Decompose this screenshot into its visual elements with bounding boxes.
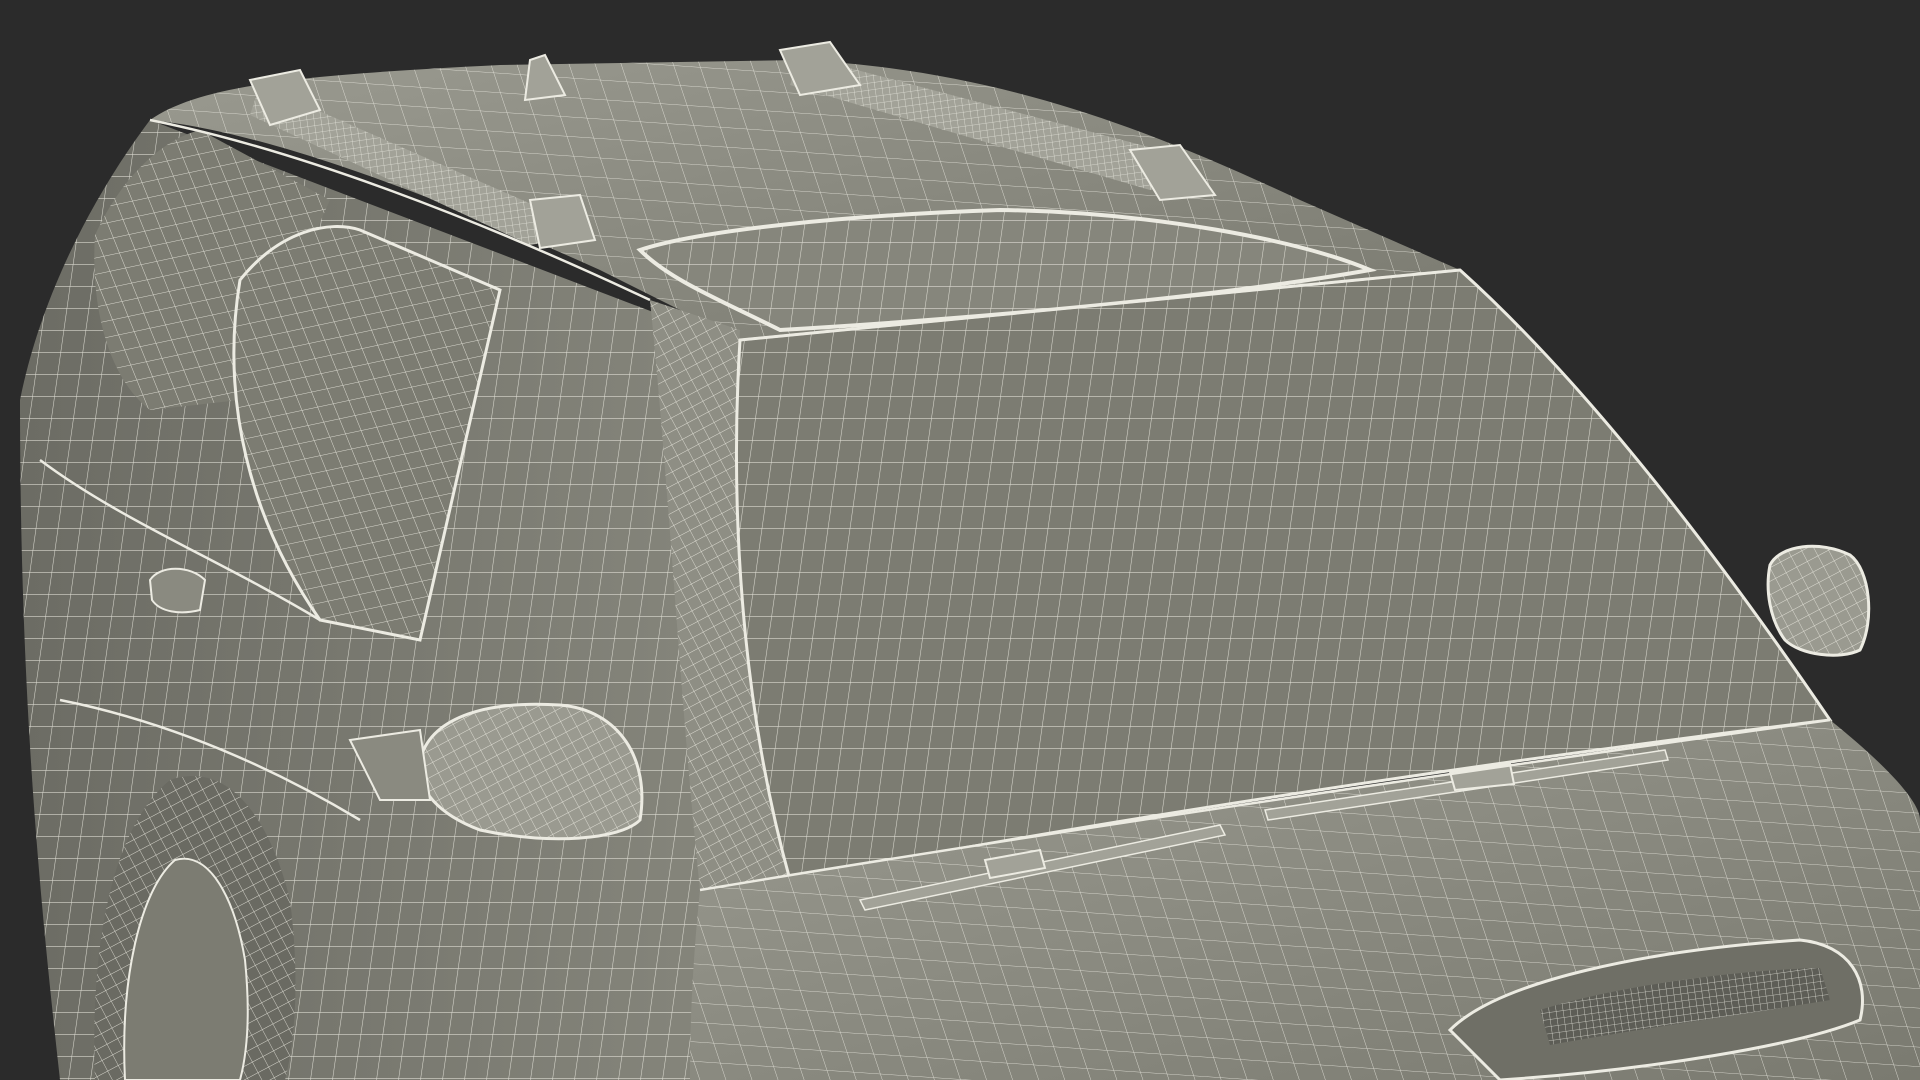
side-mirror-right — [1766, 544, 1871, 657]
render-viewport — [0, 0, 1920, 1080]
door-handle — [148, 567, 207, 614]
wireframe-render — [20, 40, 1920, 1080]
